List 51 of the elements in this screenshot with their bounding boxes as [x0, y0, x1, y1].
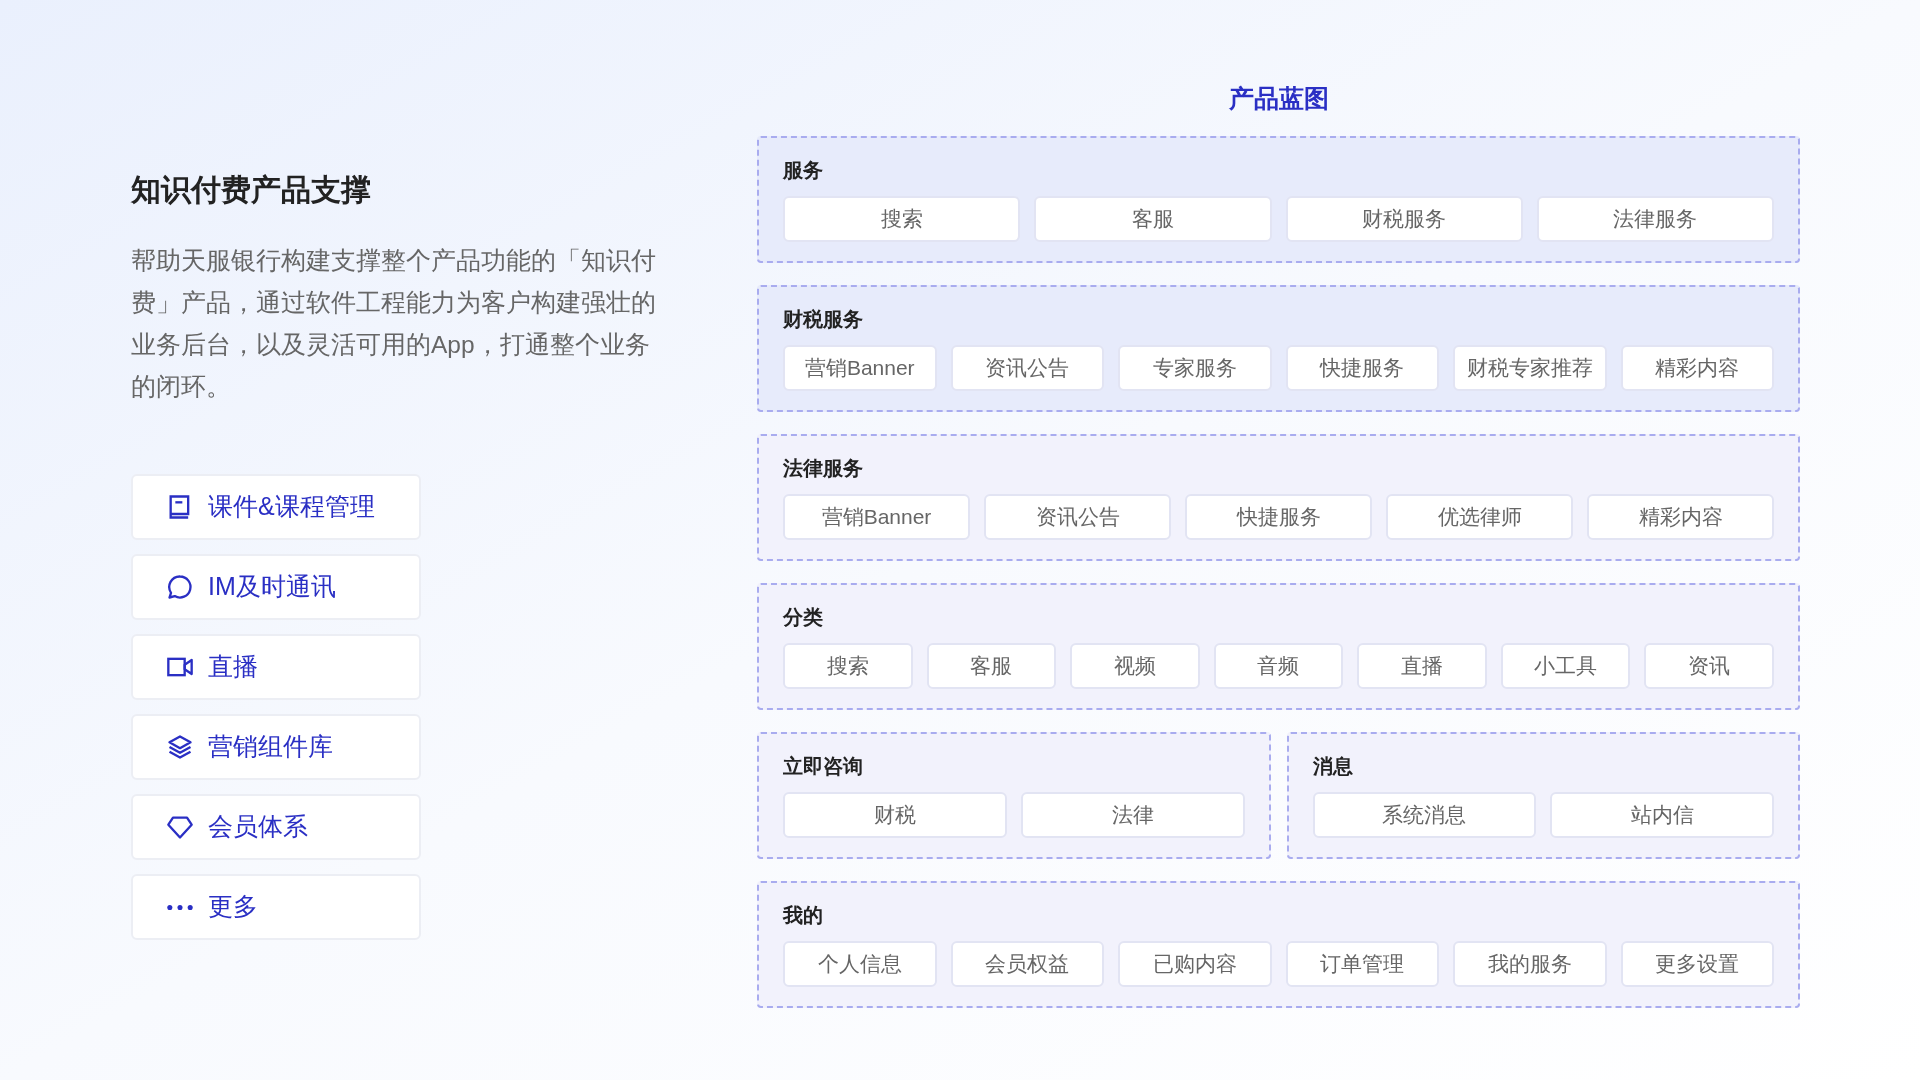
feature-button[interactable]: IM及时通讯: [131, 554, 421, 620]
module-chip: 直播: [1357, 643, 1487, 689]
module-chip: 专家服务: [1118, 345, 1272, 391]
module-chip: 资讯公告: [950, 345, 1104, 391]
section-heading: 财税服务: [783, 307, 863, 332]
section-heading: 法律服务: [783, 456, 863, 481]
feature-button[interactable]: 更多: [131, 874, 421, 940]
module-chip: 快捷服务: [1285, 345, 1439, 391]
module-chip: 快捷服务: [1185, 494, 1372, 540]
module-chip: 搜索: [783, 643, 913, 689]
module-chip: 订单管理: [1285, 941, 1439, 987]
module-chip: 营销Banner: [783, 494, 970, 540]
module-chip: 客服: [926, 643, 1057, 689]
layers-icon: [166, 733, 194, 761]
module-chip: 我的服务: [1453, 941, 1607, 987]
module-chip: 已购内容: [1118, 941, 1272, 987]
module-chip: 精彩内容: [1620, 345, 1774, 391]
module-chip: 优选律师: [1386, 494, 1573, 540]
module-chip: 法律服务: [1536, 196, 1774, 242]
module-chip: 资讯: [1644, 643, 1774, 689]
section-heading: 消息: [1312, 754, 1353, 779]
section-heading: 服务: [783, 158, 823, 183]
module-chip: 小工具: [1500, 643, 1631, 689]
section-title: 知识付费产品支撑: [131, 172, 372, 208]
module-chip: 搜索: [783, 196, 1021, 242]
blueprint-title: 产品蓝图: [1227, 83, 1330, 114]
module-chip: 财税专家推荐: [1453, 345, 1607, 391]
module-chip: 法律: [1020, 792, 1245, 838]
module-chip: 客服: [1034, 196, 1272, 242]
module-chip: 财税服务: [1285, 196, 1523, 242]
section-heading: 立即咨询: [783, 754, 863, 779]
module-chip: 系统消息: [1312, 792, 1537, 838]
module-chip: 个人信息: [783, 941, 937, 987]
feature-button[interactable]: 课件&课程管理: [131, 474, 421, 540]
module-chip: 精彩内容: [1587, 494, 1774, 540]
chat-bubble-icon: [166, 573, 194, 601]
module-chip: 财税: [783, 792, 1007, 838]
section-heading: 我的: [783, 903, 823, 928]
module-chip: 音频: [1213, 643, 1344, 689]
feature-button[interactable]: 营销组件库: [131, 714, 421, 780]
feature-button[interactable]: 直播: [131, 634, 421, 700]
module-chip: 营销Banner: [783, 345, 937, 391]
more-dots-icon: [166, 903, 194, 911]
module-chip: 更多设置: [1620, 941, 1774, 987]
module-chip: 站内信: [1550, 792, 1774, 838]
module-chip: 资讯公告: [984, 494, 1171, 540]
feature-button[interactable]: 会员体系: [131, 794, 421, 860]
section-heading: 分类: [783, 605, 823, 630]
module-chip: 视频: [1070, 643, 1200, 689]
module-chip: 会员权益: [950, 941, 1104, 987]
description-paragraph: 帮助天服银行构建支撑整个产品功能的「知识付费」产品，通过软件工程能力为客户构建强壮的业务后台，以及灵活可用的App，打通整个业务的闭环。: [131, 246, 657, 402]
